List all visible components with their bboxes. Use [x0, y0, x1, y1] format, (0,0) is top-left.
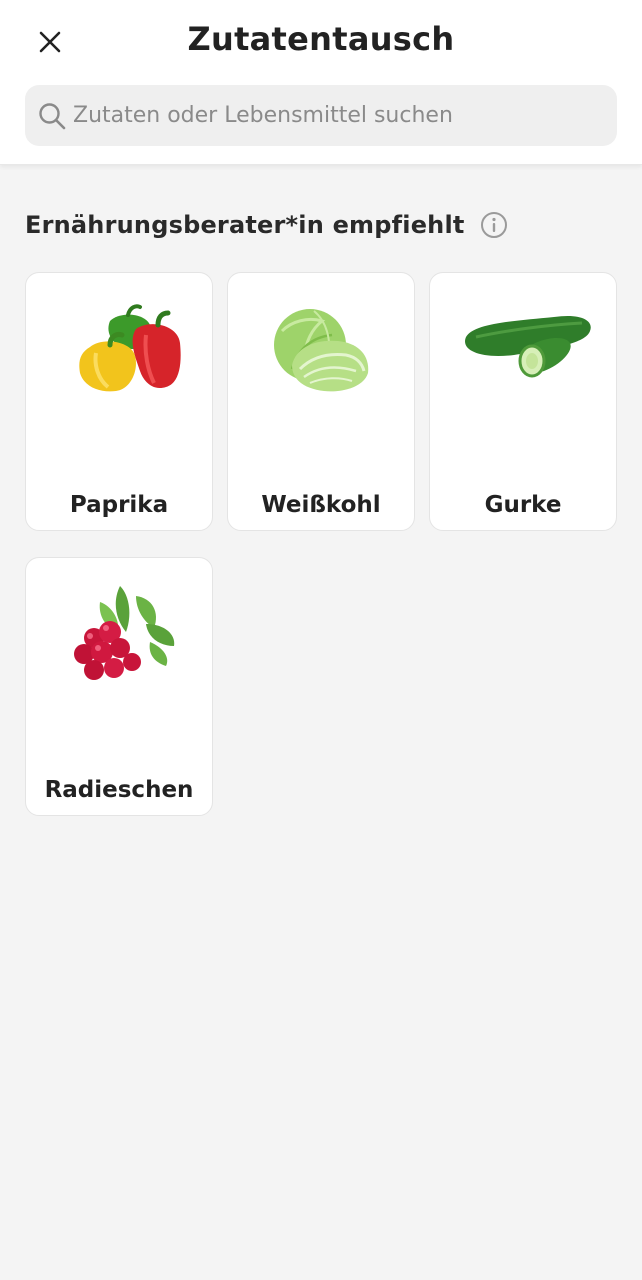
top-bar: Zutatentausch [0, 0, 642, 165]
page-title: Zutatentausch [187, 20, 455, 58]
radishes-image [74, 586, 175, 680]
section-title: Ernährungsberater*in empfiehlt [25, 211, 465, 239]
ingredient-card-paprika[interactable]: Paprika [25, 272, 213, 531]
cucumber-image [465, 315, 591, 378]
ingredient-card-weisskohl[interactable]: Weißkohl [227, 272, 415, 531]
bell-peppers-image [79, 304, 181, 392]
info-button[interactable] [479, 210, 509, 240]
section-header: Ernährungsberater*in empfiehlt [25, 210, 509, 240]
search-bar[interactable] [25, 85, 617, 146]
ingredient-card-radieschen[interactable]: Radieschen [25, 557, 213, 816]
ingredient-grid: Paprika Weißkohl Gurke Radieschen [25, 272, 617, 816]
search-input[interactable] [73, 103, 593, 128]
white-cabbage-image [274, 309, 369, 392]
ingredient-label: Weißkohl [261, 492, 381, 518]
ingredient-label: Radieschen [44, 777, 194, 803]
ingredient-card-gurke[interactable]: Gurke [429, 272, 617, 531]
info-icon [480, 212, 507, 238]
ingredient-label: Paprika [69, 492, 169, 518]
search-icon [37, 101, 67, 131]
ingredient-label: Gurke [484, 492, 562, 518]
